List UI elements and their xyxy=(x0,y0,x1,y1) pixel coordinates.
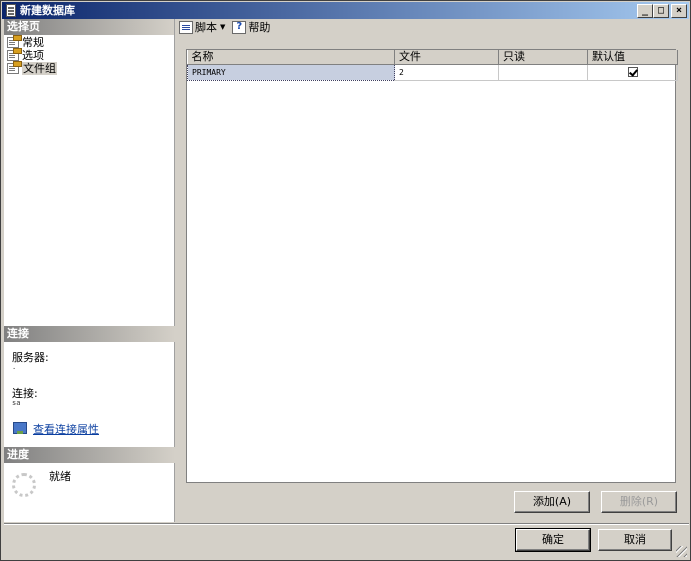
script-label: 脚本 xyxy=(195,21,217,34)
close-button[interactable]: × xyxy=(671,4,687,18)
page-list: 常规 选项 文件组 xyxy=(4,35,174,75)
connection-value: sa xyxy=(12,399,21,407)
new-database-dialog: 新建数据库 _ □ × 选择页 常规 选项 文件组 连接 服务器: . 连接: … xyxy=(0,0,691,561)
page-item-label: 文件组 xyxy=(22,62,57,75)
filegroup-files-cell: 2 xyxy=(394,64,499,81)
page-item-filegroups[interactable]: 文件组 xyxy=(4,61,174,75)
database-app-icon xyxy=(6,4,16,17)
server-value: . xyxy=(12,363,17,371)
page-item-label: 选项 xyxy=(22,49,44,62)
script-icon xyxy=(179,20,193,34)
page-item-options[interactable]: 选项 xyxy=(4,48,174,62)
page-item-label: 常规 xyxy=(22,36,44,49)
left-panel: 选择页 常规 选项 文件组 连接 服务器: . 连接: sa 查看连接属性 进度… xyxy=(4,19,175,522)
filegroups-page: 名称 文件 只读 默认值 PRIMARY 2 添加(A) 删除(R) xyxy=(177,38,689,522)
progress-status: 就绪 xyxy=(49,470,71,483)
connection-properties-icon xyxy=(13,422,27,434)
default-checkbox[interactable] xyxy=(627,67,638,77)
default-cell[interactable] xyxy=(587,64,678,81)
title-bar[interactable]: 新建数据库 _ □ × xyxy=(2,2,689,19)
help-button[interactable]: 帮助 xyxy=(232,19,270,35)
help-icon xyxy=(232,20,247,34)
view-connection-properties-link[interactable]: 查看连接属性 xyxy=(33,423,99,436)
page-icon xyxy=(7,61,22,74)
window-title: 新建数据库 xyxy=(20,4,75,17)
progress-header: 进度 xyxy=(4,447,175,463)
toolbar: 脚本 ▼ 帮助 xyxy=(177,18,689,36)
filegroups-grid[interactable]: 名称 文件 只读 默认值 PRIMARY 2 xyxy=(186,49,678,483)
progress-section: 进度 就绪 xyxy=(4,447,175,523)
page-icon xyxy=(7,35,22,48)
minimize-button[interactable]: _ xyxy=(637,4,653,18)
maximize-button[interactable]: □ xyxy=(653,4,669,18)
column-header-readonly[interactable]: 只读 xyxy=(498,50,588,65)
column-header-name[interactable]: 名称 xyxy=(187,50,395,65)
progress-spinner-icon xyxy=(12,473,36,497)
page-item-general[interactable]: 常规 xyxy=(4,35,174,49)
column-header-default[interactable]: 默认值 xyxy=(587,50,678,65)
connection-label: 连接: xyxy=(12,387,38,400)
server-label: 服务器: xyxy=(12,351,49,364)
column-header-files[interactable]: 文件 xyxy=(394,50,499,65)
chevron-down-icon[interactable]: ▼ xyxy=(220,23,225,31)
cancel-button[interactable]: 取消 xyxy=(598,529,672,551)
filegroup-name-cell[interactable]: PRIMARY xyxy=(187,63,395,81)
remove-button[interactable]: 删除(R) xyxy=(601,491,677,513)
help-label: 帮助 xyxy=(248,21,271,34)
script-button[interactable]: 脚本 ▼ xyxy=(179,19,229,35)
select-page-header: 选择页 xyxy=(4,19,174,35)
readonly-cell[interactable] xyxy=(498,64,588,81)
connection-section: 连接 服务器: . 连接: sa 查看连接属性 xyxy=(4,326,175,441)
table-row[interactable]: PRIMARY 2 xyxy=(187,63,678,81)
connection-header: 连接 xyxy=(4,326,175,342)
resize-grip-icon[interactable] xyxy=(676,546,687,557)
add-button[interactable]: 添加(A) xyxy=(514,491,590,513)
page-icon xyxy=(7,48,22,61)
footer-divider xyxy=(4,523,689,525)
ok-button[interactable]: 确定 xyxy=(515,528,591,552)
